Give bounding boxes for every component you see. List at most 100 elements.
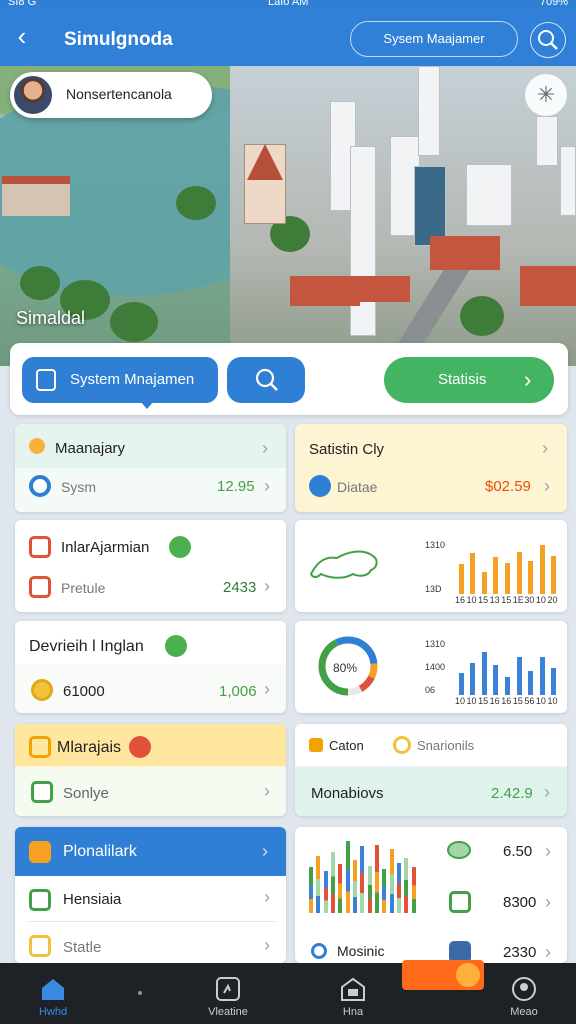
bar xyxy=(367,865,372,913)
target-icon xyxy=(29,475,51,497)
card-chart-orange[interactable]: 1310 13D 16 10 15 13 15 1E 30 10 20 xyxy=(295,520,567,612)
card-platform[interactable]: Plonalilark › Hensiaia › Statle › xyxy=(15,827,286,963)
nav-inbox-label: Hna xyxy=(342,1006,364,1018)
bar xyxy=(516,552,522,594)
status-left: Sf8 G xyxy=(8,0,37,8)
y-tick-label: 1310 xyxy=(425,639,446,649)
leaf-icon xyxy=(169,536,191,558)
tab-search[interactable] xyxy=(227,357,305,403)
sun-icon xyxy=(29,438,45,454)
toggle-switch[interactable] xyxy=(402,960,484,990)
nav-settings[interactable]: Meao xyxy=(489,971,559,1018)
bar xyxy=(458,564,464,594)
compass-icon[interactable]: ✳ xyxy=(525,74,567,116)
card-majors[interactable]: Mlarajais Sonlye › xyxy=(15,724,286,816)
bar xyxy=(404,858,409,913)
row2-label: Statle xyxy=(63,939,102,956)
nav-calendar[interactable]: Vleatine xyxy=(193,971,263,1018)
box-icon xyxy=(309,738,323,752)
system-management-button[interactable]: Sysem Maajamer xyxy=(350,21,518,57)
chevron-right-icon: › xyxy=(264,887,270,907)
bar xyxy=(338,863,343,913)
tab-pointer xyxy=(140,401,154,409)
nav-inbox[interactable]: Hna xyxy=(318,971,388,1018)
y-tick-label: 1310 xyxy=(425,540,446,550)
bar xyxy=(458,672,464,695)
chevron-right-icon: › xyxy=(264,576,270,596)
folder-icon xyxy=(29,841,51,863)
card-right-label: Snarionils xyxy=(417,738,475,753)
donut-label: 80% xyxy=(333,661,358,675)
card-monitoring[interactable]: Caton Snarionils Monabiovs 2.42.9 › xyxy=(295,724,567,816)
nav-home[interactable]: Hwhd xyxy=(18,971,88,1018)
coin-icon xyxy=(31,679,53,701)
chevron-right-icon: › xyxy=(542,438,548,458)
ticket-icon xyxy=(31,781,53,803)
x-tick-label: 13 xyxy=(489,595,500,605)
bar xyxy=(345,840,350,913)
bar xyxy=(470,662,476,695)
inbox-icon xyxy=(341,977,365,1001)
settings-icon xyxy=(512,977,536,1001)
card-management[interactable]: Maanajary › Sysm 12.95 › xyxy=(15,424,286,512)
profile-chip[interactable]: Nonsertencanola xyxy=(10,72,212,118)
card-value: 2.42.9 xyxy=(491,785,533,802)
search-icon[interactable] xyxy=(530,22,566,58)
card-information[interactable]: InlarAjarmian Pretule 2433 › xyxy=(15,520,286,612)
bar xyxy=(528,560,534,594)
card-sub: Sonlye xyxy=(63,785,109,802)
chevron-left-icon[interactable]: ‹ xyxy=(8,22,36,52)
profile-name: Nonsertencanola xyxy=(66,86,172,102)
signal-icon xyxy=(29,889,51,911)
tree xyxy=(176,186,216,220)
card-sub: Pretule xyxy=(61,580,106,596)
building xyxy=(414,166,446,246)
bar xyxy=(397,862,401,913)
card-title: Devrieih l Inglan xyxy=(29,638,144,655)
chevron-right-icon: › xyxy=(262,841,268,861)
circle-icon xyxy=(393,736,411,754)
leaf-icon xyxy=(165,635,187,657)
bar xyxy=(539,545,545,594)
chart-icon xyxy=(29,736,51,758)
chevron-right-icon: › xyxy=(264,476,270,496)
y-tick-label: 1400 xyxy=(425,662,446,672)
roof xyxy=(430,236,500,270)
building xyxy=(418,66,440,156)
building xyxy=(560,146,576,216)
camera-icon xyxy=(29,536,51,558)
roof xyxy=(520,266,576,306)
card-statistics-city[interactable]: Satistin Cly › Diatae $02.59 › xyxy=(295,424,567,512)
bar xyxy=(528,671,534,695)
bar xyxy=(382,868,387,913)
x-tick-label: 10 xyxy=(466,696,477,706)
shore-buildings xyxy=(2,176,70,216)
card-development[interactable]: Devrieih l Inglan 61000 1,006 › xyxy=(15,621,286,713)
chevron-right-icon: › xyxy=(545,892,551,912)
x-tick-label: 10 xyxy=(455,696,466,706)
bar xyxy=(331,852,335,913)
x-tick-label: 16 xyxy=(489,696,500,706)
card-left-label: Caton xyxy=(329,738,364,753)
bar-chart-orange: 1310 13D 16 10 15 13 15 1E 30 10 20 xyxy=(425,534,559,606)
grid-icon xyxy=(29,576,51,598)
x-tick-label: 16 xyxy=(501,696,512,706)
tab-system-management[interactable]: System Mnajamen xyxy=(22,357,218,409)
tab-statistics[interactable]: Statisis › xyxy=(384,357,554,403)
nav-home-label: Hwhd xyxy=(38,1006,68,1018)
nav-dot xyxy=(138,991,142,995)
x-tick-label: 10 xyxy=(466,595,477,605)
card-summary[interactable]: 6.50 › 8300 › Mosinic 2330 › xyxy=(295,827,567,963)
x-tick-label: 10 xyxy=(547,696,558,706)
x-tick-label: 10 xyxy=(535,696,546,706)
card-chart-blue[interactable]: 80% 1310 1400 06 10 10 15 16 16 15 56 10 10 xyxy=(295,621,567,713)
bar xyxy=(551,556,557,594)
nav-calendar-label: Vleatine xyxy=(208,1006,248,1018)
bar xyxy=(323,871,328,913)
card-title: Mlarajais xyxy=(57,739,122,756)
tree xyxy=(110,302,158,342)
bar xyxy=(481,571,487,594)
card-value: 1,006 xyxy=(219,683,257,700)
hero-map-image: Nonsertencanola ✳ Simaldal xyxy=(0,66,576,366)
x-tick-label: 20 xyxy=(547,595,558,605)
